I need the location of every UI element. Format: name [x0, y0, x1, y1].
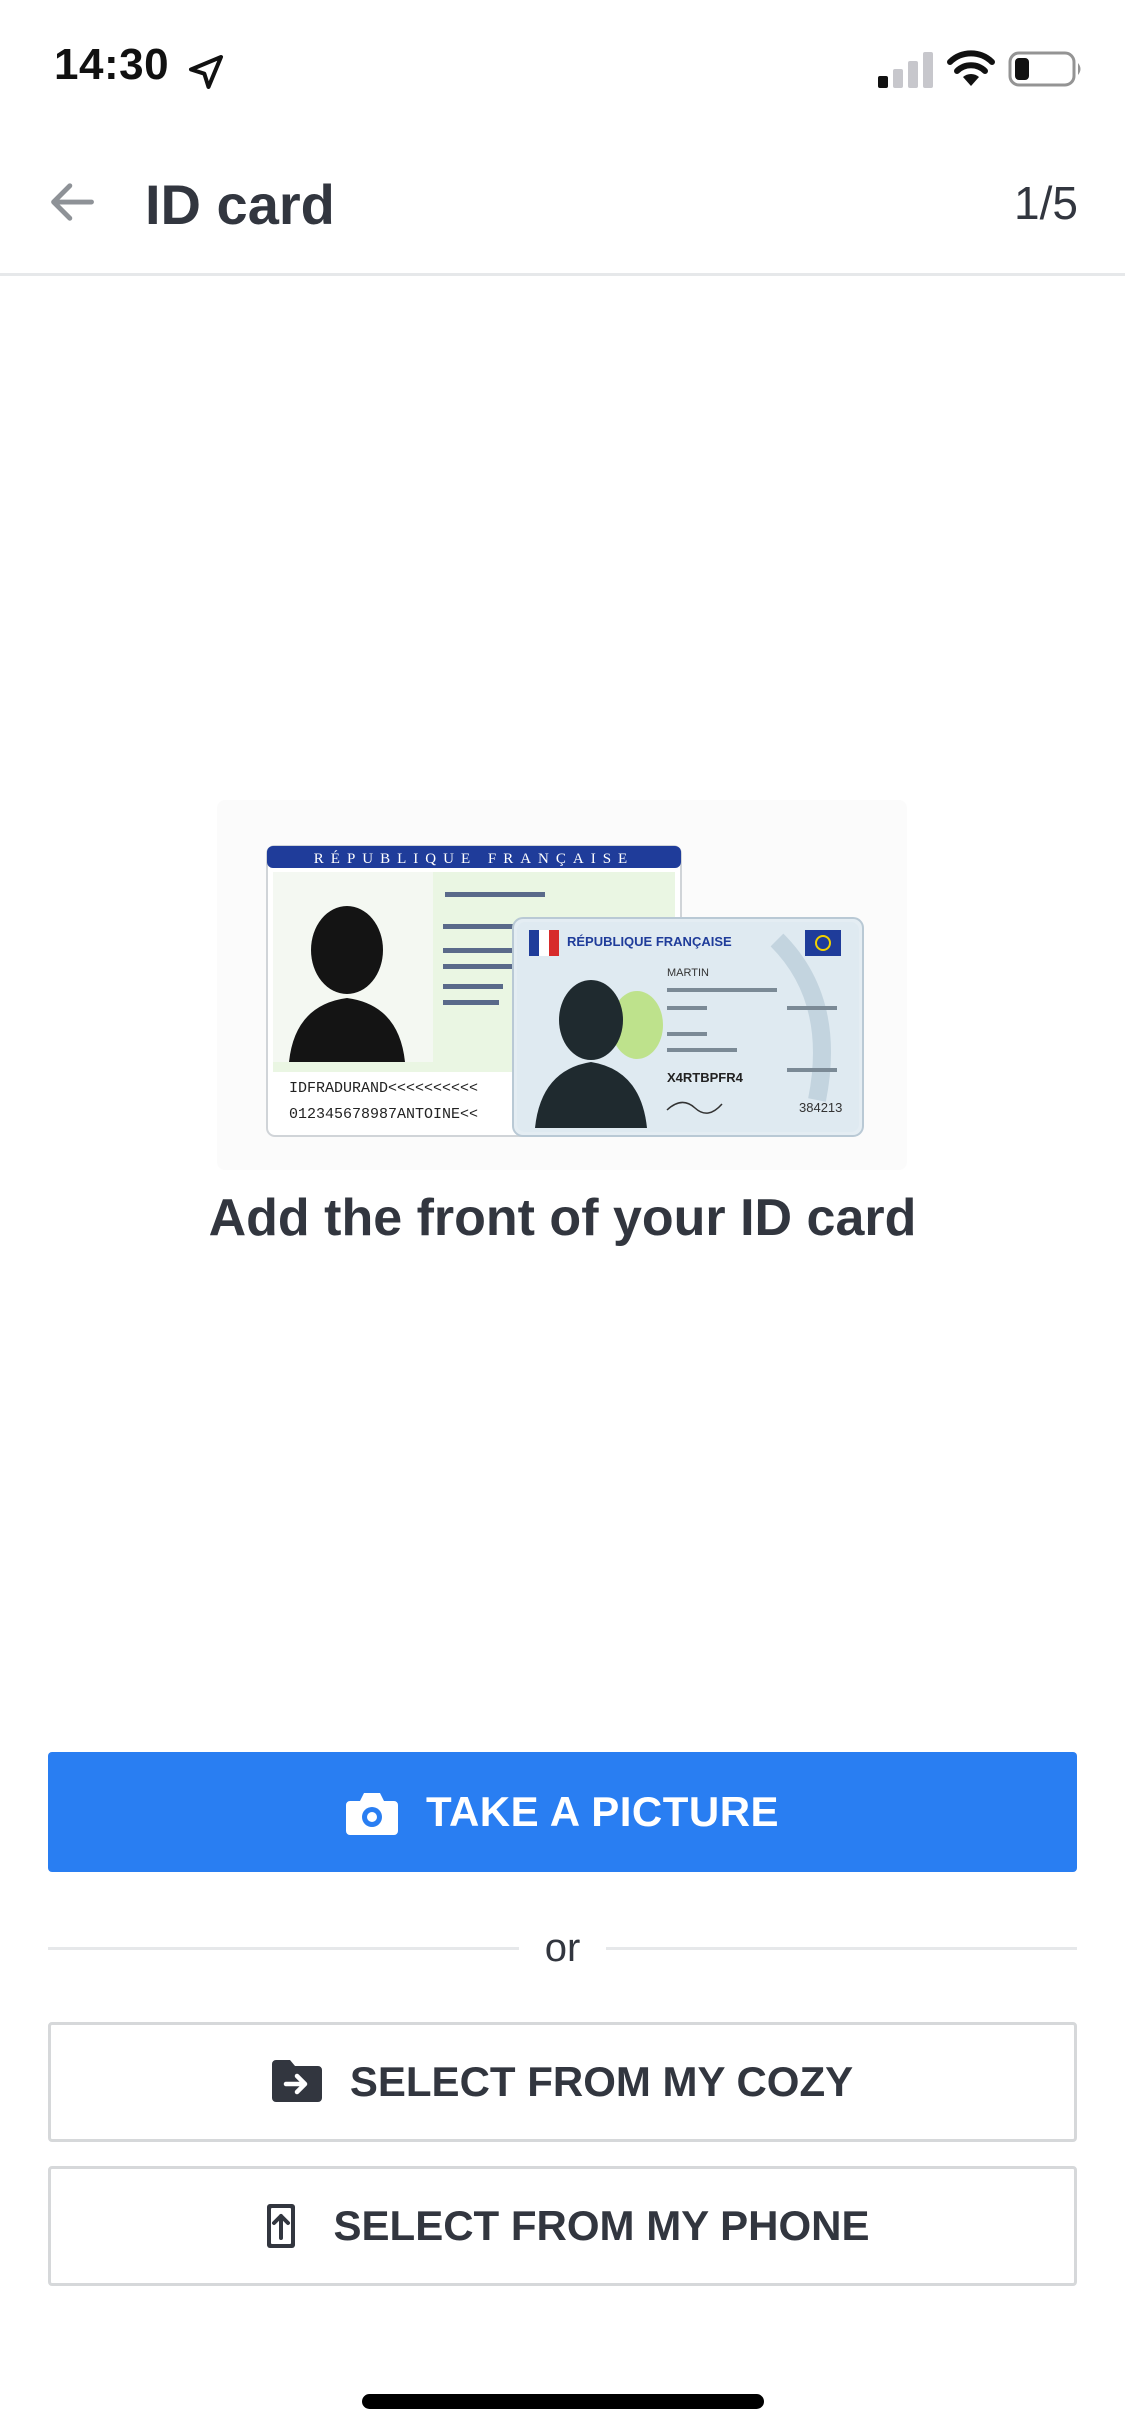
status-bar: 14:30	[0, 0, 1125, 132]
status-time: 14:30	[54, 40, 170, 89]
new-card-name: MARTIN	[667, 967, 709, 979]
select-from-cozy-button[interactable]: SELECT FROM MY COZY	[48, 2022, 1077, 2142]
divider-line-left	[48, 1946, 519, 1950]
new-id-card: RÉPUBLIQUE FRANÇAISE MARTIN X4RTBPFR4 38…	[512, 917, 864, 1137]
step-counter: 1/5	[1014, 177, 1078, 229]
or-label: or	[544, 1925, 581, 1970]
new-card-code: 384213	[799, 1100, 842, 1115]
page-title: ID card	[145, 173, 335, 236]
camera-icon	[345, 1789, 398, 1835]
take-picture-button[interactable]: TAKE A PICTURE	[48, 1752, 1077, 1872]
home-indicator[interactable]	[362, 2394, 764, 2409]
new-card-header: RÉPUBLIQUE FRANÇAISE	[567, 934, 732, 949]
new-card-number: X4RTBPFR4	[667, 1070, 744, 1085]
arrow-left-icon	[46, 176, 98, 233]
divider-line-right	[606, 1946, 1078, 1950]
old-card-mrz-2: 012345678987ANTOINE<<	[289, 1106, 478, 1123]
cellular-signal-icon	[878, 52, 936, 88]
or-divider: or	[48, 1920, 1078, 1976]
id-card-illustration: RÉPUBLIQUE FRANÇAISE IDFRADURAND<<<<<<<<…	[217, 800, 907, 1170]
instruction-text: Add the front of your ID card	[208, 1189, 917, 1247]
header: ID card 1/5	[0, 132, 1125, 276]
wifi-icon	[946, 48, 996, 88]
old-card-header: RÉPUBLIQUE FRANÇAISE	[314, 850, 634, 867]
select-from-cozy-label: SELECT FROM MY COZY	[349, 2058, 854, 2105]
take-picture-label: TAKE A PICTURE	[425, 1788, 780, 1835]
phone-upload-icon	[256, 2202, 306, 2250]
location-arrow-icon	[186, 52, 226, 92]
select-from-phone-button[interactable]: SELECT FROM MY PHONE	[48, 2166, 1077, 2286]
back-button[interactable]	[36, 168, 108, 240]
select-from-phone-label: SELECT FROM MY PHONE	[333, 2202, 870, 2249]
folder-move-icon	[271, 2058, 322, 2106]
old-card-mrz-1: IDFRADURAND<<<<<<<<<<	[289, 1080, 478, 1097]
battery-icon	[1008, 50, 1084, 88]
